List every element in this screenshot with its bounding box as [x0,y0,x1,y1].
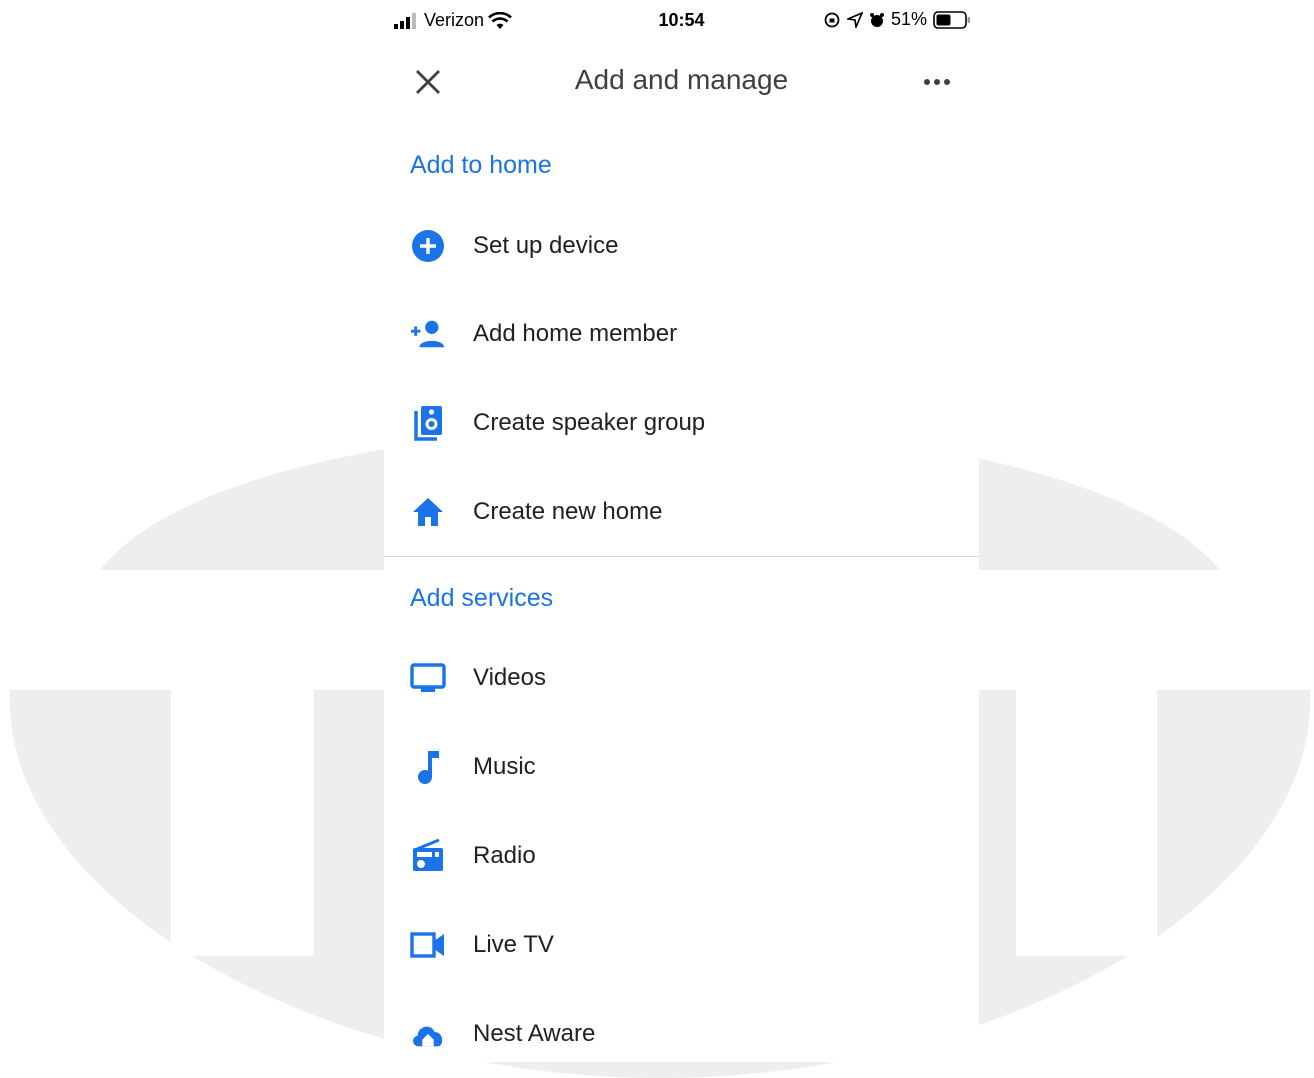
menu-item-videos[interactable]: Videos [384,638,979,718]
add-circle-icon [410,228,446,264]
orientation-lock-icon [824,12,840,27]
more-horiz-icon [924,79,950,85]
tv-icon [410,660,446,696]
status-right: 51% [823,9,971,30]
menu-item-nest-aware[interactable]: Nest Aware [384,994,979,1074]
speaker-group-icon [410,405,446,441]
menu-item-label: Nest Aware [473,1020,596,1047]
section-header-add-to-home: Add to home [410,151,552,179]
home-icon [410,494,446,530]
location-arrow-icon [846,11,863,28]
person-add-icon [410,316,446,352]
battery-icon [933,10,970,29]
menu-item-live-tv[interactable]: Live TV [384,905,979,985]
menu-item-create-new-home[interactable]: Create new home [384,472,979,552]
menu-item-add-home-member[interactable]: Add home member [384,294,979,374]
menu-item-label: Create new home [473,498,663,525]
menu-item-label: Videos [473,664,546,691]
radio-icon [410,838,446,874]
more-options-button[interactable] [917,64,957,100]
section-divider [384,556,979,557]
menu-item-label: Add home member [473,320,678,347]
menu-item-create-speaker-group[interactable]: Create speaker group [384,383,979,463]
music-note-icon [410,749,446,785]
alarm-icon [869,12,884,27]
menu-item-label: Radio [473,842,536,869]
menu-item-label: Live TV [473,931,554,958]
battery-percent: 51% [890,9,927,29]
menu-item-music[interactable]: Music [384,727,979,807]
cloud-icon [410,1016,446,1052]
menu-item-radio[interactable]: Radio [384,816,979,896]
top-app-bar: Add and manage [384,50,979,112]
videocam-icon [410,927,446,963]
page-title: Add and manage [574,64,789,95]
menu-item-label: Set up device [473,232,619,259]
phone-screen: Verizon 10:54 51% Add and manage Add to … [384,0,979,1062]
menu-item-label: Create speaker group [473,409,706,436]
menu-item-label: Music [473,753,536,780]
status-bar: Verizon 10:54 51% [384,0,979,42]
menu-item-set-up-device[interactable]: Set up device [384,206,979,286]
section-header-add-services: Add services [410,584,554,612]
